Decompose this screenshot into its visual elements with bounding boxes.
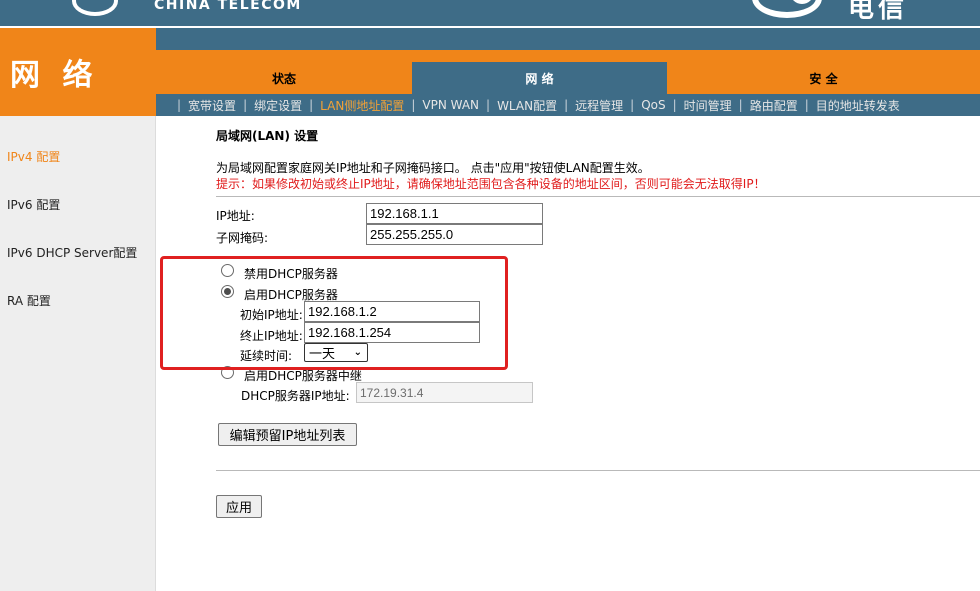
page-description: 为局域网配置家庭网关IP地址和子网掩码接口。 点击"应用"按钮使LAN配置生效。 [216,161,650,175]
subnav-divider: | [411,98,416,112]
header-band [156,28,980,50]
warning-hint: 提示：如果修改初始或终止IP地址，请确保地址范围包含各种设备的地址区间，否则可能… [216,177,766,191]
tab-network[interactable]: 网 络 [412,62,667,94]
section-header: 网 络 [0,28,156,116]
section-title: 网 络 [10,58,99,93]
dhcp-server-ip-input[interactable] [356,382,533,403]
subnet-mask-input[interactable] [366,224,543,245]
end-ip-input[interactable] [304,322,480,343]
subnav-divider: | [309,98,314,112]
edit-reserved-ip-button[interactable]: 编辑预留IP地址列表 [218,423,357,446]
dhcp-relay-label: 启用DHCP服务器中继 [244,369,362,383]
sidebar-item-ra[interactable]: RA 配置 [7,292,51,309]
subnav-divider: | [243,98,248,112]
subnav-routing[interactable]: 路由配置 [750,97,798,114]
dhcp-relay-radio[interactable] [221,366,234,379]
subnav-remote-management[interactable]: 远程管理 [575,97,623,114]
subnav-divider: | [486,98,491,112]
start-ip-label: 初始IP地址: [240,308,303,322]
brand-logo-icon [72,0,118,16]
dhcp-server-ip-label: DHCP服务器IP地址: [241,389,350,403]
subnav-broadband[interactable]: 宽带设置 [188,97,236,114]
sidebar-item-ipv6[interactable]: IPv6 配置 [7,196,60,213]
dhcp-disable-radio[interactable] [221,264,234,277]
main-tabs: 状态 网 络 安 全 [156,62,980,94]
ip-address-label: IP地址: [216,209,255,223]
brand-name: CHINA TELECOM [154,0,302,13]
sidebar: IPv4 配置 IPv6 配置 IPv6 DHCP Server配置 RA 配置 [0,116,156,591]
page-title: 局域网(LAN) 设置 [216,129,319,143]
subnav-divider: | [804,98,809,112]
sidebar-item-ipv6-dhcp-server[interactable]: IPv6 DHCP Server配置 [7,244,137,261]
tab-security[interactable]: 安 全 [667,62,980,94]
divider [216,196,980,197]
sub-navigation: | 宽带设置 | 绑定设置 | LAN侧地址配置 | VPN WAN | WLA… [156,94,980,116]
sidebar-item-ipv4[interactable]: IPv4 配置 [7,148,60,165]
divider [216,470,980,471]
lease-time-select[interactable]: 一天 ⌄ [304,343,368,362]
subnav-divider: | [177,98,182,112]
subnav-divider: | [630,98,635,112]
main-content: 局域网(LAN) 设置 为局域网配置家庭网关IP地址和子网掩码接口。 点击"应用… [216,116,980,591]
subnav-lan-address[interactable]: LAN侧地址配置 [320,97,404,114]
lease-time-value: 一天 [309,347,336,362]
brand-chars: 电信 [848,0,909,24]
subnav-vpn-wan[interactable]: VPN WAN [422,98,479,112]
subnet-mask-label: 子网掩码: [216,231,269,245]
chevron-down-icon: ⌄ [353,347,362,358]
start-ip-input[interactable] [304,301,480,322]
apply-button[interactable]: 应用 [216,495,262,518]
end-ip-label: 终止IP地址: [240,329,303,343]
tab-status[interactable]: 状态 [156,62,412,94]
subnav-divider: | [672,98,677,112]
brand-emblem-icon [752,0,822,18]
dhcp-enable-radio[interactable] [221,285,234,298]
subnav-divider: | [564,98,569,112]
subnav-forwarding[interactable]: 目的地址转发表 [816,97,900,114]
subnav-qos[interactable]: QoS [641,98,665,112]
subnav-divider: | [738,98,743,112]
subnav-wlan[interactable]: WLAN配置 [497,97,557,114]
dhcp-disable-label: 禁用DHCP服务器 [244,267,338,281]
ip-address-input[interactable] [366,203,543,224]
subnav-binding[interactable]: 绑定设置 [254,97,302,114]
header-strip [156,50,980,62]
subnav-time[interactable]: 时间管理 [684,97,732,114]
lease-time-label: 延续时间: [240,349,293,363]
header-bar: CHINA TELECOM 电信 [0,0,980,26]
